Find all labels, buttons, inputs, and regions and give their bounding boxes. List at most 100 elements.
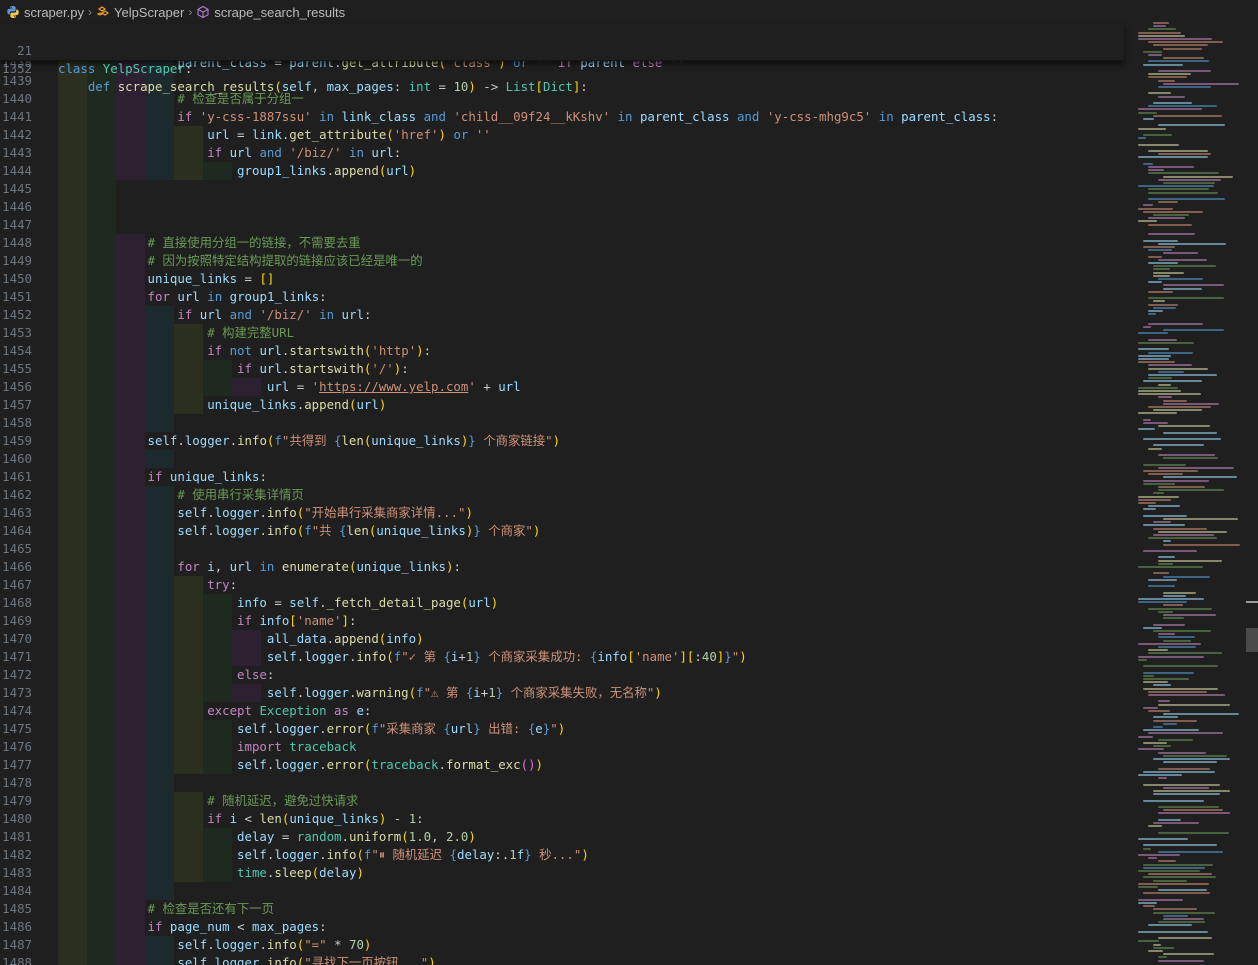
code-line: if unique_links: (147, 469, 267, 484)
minimap-line (1143, 665, 1218, 668)
minimap-line (1163, 431, 1217, 434)
minimap-line (1158, 937, 1213, 940)
minimap-line (1143, 418, 1152, 421)
line-number: 1472 (2, 667, 32, 682)
minimap-line (1138, 207, 1174, 210)
minimap-line (1158, 278, 1203, 280)
code-line: # 使用串行采集详情页 (177, 487, 304, 502)
minimap-line (1163, 914, 1189, 917)
code-line: if url and '/biz/' in url: (207, 145, 402, 160)
minimap-line (1153, 911, 1215, 914)
minimap-line (1143, 524, 1185, 527)
code-line: if page_num < max_pages: (147, 919, 327, 934)
vertical-scrollbar[interactable] (1246, 0, 1258, 965)
minimap-line (1153, 214, 1189, 216)
breadcrumb: scraper.py › YelpScraper › scrape_search… (0, 0, 1136, 24)
line-number: 1478 (2, 775, 32, 790)
minimap-line (1153, 521, 1172, 524)
line-number: 1484 (2, 883, 32, 898)
code-line: # 随机延迟，避免过快请求 (207, 793, 359, 808)
minimap-line (1163, 287, 1202, 290)
line-number: 1443 (2, 145, 32, 160)
sticky-scroll-header[interactable]: 21 class YelpScraper: 1352 def scrape_se… (0, 24, 1124, 94)
minimap-line (1148, 217, 1186, 220)
code-line: self.logger.info(f"⏸ 随机延迟 {delay:.1f} 秒.… (237, 847, 589, 862)
minimap-line (1163, 175, 1234, 178)
minimap-line (1153, 44, 1209, 47)
minimap-line (1143, 246, 1176, 248)
minimap-line (1158, 486, 1206, 488)
minimap-line (1158, 767, 1211, 770)
code-line: self.logger.info("开始串行采集商家详情...") (177, 505, 473, 520)
minimap-line (1153, 623, 1185, 626)
minimap-line (1153, 745, 1171, 748)
line-number: 1446 (2, 199, 32, 214)
sticky-line[interactable]: 1352 def scrape_search_results(self, max… (0, 42, 588, 94)
minimap-line (1163, 761, 1218, 764)
minimap-line (1163, 575, 1210, 578)
minimap-line (1158, 959, 1205, 962)
minimap-line (1148, 223, 1192, 226)
class-symbol-icon (96, 6, 110, 16)
code-line: self.logger.error(f"采集商家 {url} 出错: {e}") (237, 721, 566, 736)
minimap-line (1148, 188, 1209, 191)
minimap-line (1153, 492, 1165, 495)
minimap-line (1163, 713, 1239, 716)
code-line: if url.startswith('/'): (237, 361, 409, 376)
breadcrumb-file[interactable]: scraper.py (6, 5, 84, 20)
minimap-line (1143, 479, 1209, 482)
breadcrumb-method[interactable]: scrape_search_results (196, 5, 345, 20)
minimap-line (1163, 57, 1204, 60)
minimap[interactable] (1134, 0, 1246, 965)
minimap-line (1148, 169, 1165, 172)
breadcrumb-class[interactable]: YelpScraper (96, 5, 184, 20)
minimap-line (1143, 204, 1153, 207)
minimap-line (1138, 354, 1171, 357)
line-number: 1453 (2, 325, 32, 340)
minimap-line (1138, 601, 1187, 604)
minimap-line (1158, 751, 1207, 754)
minimap-line (1148, 364, 1193, 367)
minimap-line (1143, 847, 1152, 850)
minimap-line (1138, 34, 1186, 37)
code-line: unique_links.append(url) (207, 397, 387, 412)
sticky-line[interactable]: 21 class YelpScraper: (0, 24, 192, 76)
minimap-line (1163, 329, 1224, 332)
code-line: self.logger.info("=" * 70) (177, 937, 372, 952)
code-line: self.logger.info("寻找下一页按钮...") (177, 955, 436, 965)
line-number: 1456 (2, 379, 32, 394)
minimap-line (1143, 118, 1154, 120)
minimap-line (1163, 543, 1240, 546)
minimap-line (1148, 150, 1208, 152)
indent-guide (87, 774, 116, 792)
minimap-line (1148, 290, 1174, 293)
minimap-line (1138, 137, 1147, 140)
minimap-line (1143, 134, 1172, 136)
minimap-line (1148, 73, 1191, 76)
minimap-line (1148, 374, 1217, 376)
minimap-line (1153, 534, 1214, 536)
minimap-line (1148, 310, 1163, 312)
indent-guide (58, 414, 87, 432)
minimap-line (1138, 348, 1169, 351)
minimap-line (1148, 578, 1177, 581)
minimap-line (1143, 681, 1169, 684)
code-editor[interactable]: 1438 parent_class = parent.get_attribute… (0, 60, 1130, 965)
minimap-line (1158, 70, 1212, 72)
minimap-line (1153, 946, 1175, 949)
line-number: 1474 (2, 703, 32, 718)
minimap-line (1148, 857, 1158, 860)
scrollbar-thumb[interactable] (1246, 628, 1258, 652)
indent-guide (116, 414, 145, 432)
minimap-line (1153, 572, 1170, 575)
minimap-line (1148, 649, 1169, 652)
minimap-line (1148, 406, 1212, 408)
minimap-line (1163, 722, 1178, 725)
minimap-line (1138, 361, 1175, 364)
minimap-line (1138, 31, 1181, 34)
minimap-line (1148, 297, 1225, 300)
minimap-line (1153, 943, 1162, 946)
line-number: 1454 (2, 343, 32, 358)
line-number: 1487 (2, 937, 32, 952)
minimap-line (1143, 866, 1206, 869)
